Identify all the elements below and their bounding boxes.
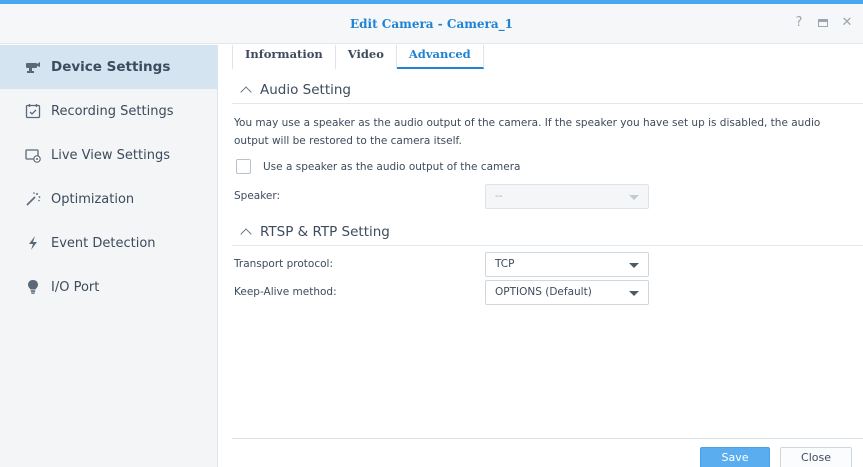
close-icon[interactable]: ✕: [839, 15, 855, 31]
lightbulb-icon: [24, 278, 42, 296]
tab-information[interactable]: Information: [232, 45, 336, 69]
sidebar-item-recording-settings[interactable]: Recording Settings: [0, 89, 218, 133]
sidebar-item-device-settings[interactable]: Device Settings: [0, 45, 218, 89]
calendar-icon: [24, 102, 42, 120]
dropdown-arrow-icon: [629, 263, 639, 268]
maximize-icon[interactable]: [815, 15, 831, 31]
help-icon[interactable]: ?: [791, 15, 807, 31]
camera-icon: [24, 58, 42, 76]
magic-wand-icon: [24, 190, 42, 208]
section-divider: [232, 103, 863, 104]
tab-advanced[interactable]: Advanced: [396, 45, 484, 69]
audio-section-header[interactable]: Audio Setting: [240, 82, 351, 98]
sidebar-item-label: Live View Settings: [51, 147, 170, 163]
sidebar-item-label: I/O Port: [51, 279, 100, 295]
sidebar-item-label: Recording Settings: [51, 103, 174, 119]
chevron-up-icon: [240, 228, 252, 240]
sidebar-item-optimization[interactable]: Optimization: [0, 177, 218, 221]
transport-protocol-value: TCP: [495, 258, 515, 270]
dropdown-arrow-icon: [629, 291, 639, 296]
keepalive-method-label: Keep-Alive method:: [234, 286, 337, 298]
sidebar-item-live-view-settings[interactable]: Live View Settings: [0, 133, 218, 177]
footer-divider: [232, 438, 863, 439]
speaker-select[interactable]: --: [485, 184, 649, 209]
speaker-output-label: Use a speaker as the audio output of the…: [263, 160, 521, 173]
speaker-select-value: --: [495, 190, 503, 202]
speaker-output-checkbox[interactable]: [236, 159, 251, 174]
rtsp-section-header[interactable]: RTSP & RTP Setting: [240, 224, 390, 240]
audio-description: You may use a speaker as the audio outpu…: [234, 117, 821, 147]
close-button[interactable]: Close: [780, 447, 852, 467]
sidebar-item-event-detection[interactable]: Event Detection: [0, 221, 218, 265]
save-button[interactable]: Save: [700, 447, 770, 467]
speaker-label: Speaker:: [234, 190, 281, 202]
live-view-icon: [24, 146, 42, 164]
sidebar-item-label: Event Detection: [51, 235, 156, 251]
transport-protocol-select[interactable]: TCP: [485, 252, 649, 277]
transport-protocol-label: Transport protocol:: [234, 258, 333, 270]
speaker-output-option: Use a speaker as the audio output of the…: [236, 159, 520, 174]
sidebar: Device Settings Recording Settings Live …: [0, 45, 218, 467]
chevron-up-icon: [240, 86, 252, 98]
sidebar-item-label: Device Settings: [51, 59, 171, 75]
audio-section-title: Audio Setting: [260, 82, 351, 98]
tab-video[interactable]: Video: [336, 45, 397, 69]
keepalive-method-select[interactable]: OPTIONS (Default): [485, 280, 649, 305]
tab-bar: Information Video Advanced: [232, 45, 484, 69]
section-divider: [232, 245, 863, 246]
dropdown-arrow-icon: [629, 195, 639, 200]
lightning-icon: [24, 234, 42, 252]
window-title: Edit Camera - Camera_1: [349, 17, 513, 31]
sidebar-item-label: Optimization: [51, 191, 135, 207]
rtsp-section-title: RTSP & RTP Setting: [260, 224, 390, 240]
sidebar-item-io-port[interactable]: I/O Port: [0, 265, 218, 309]
keepalive-method-value: OPTIONS (Default): [495, 286, 592, 298]
title-bar: Edit Camera - Camera_1 ? ✕: [0, 4, 863, 44]
